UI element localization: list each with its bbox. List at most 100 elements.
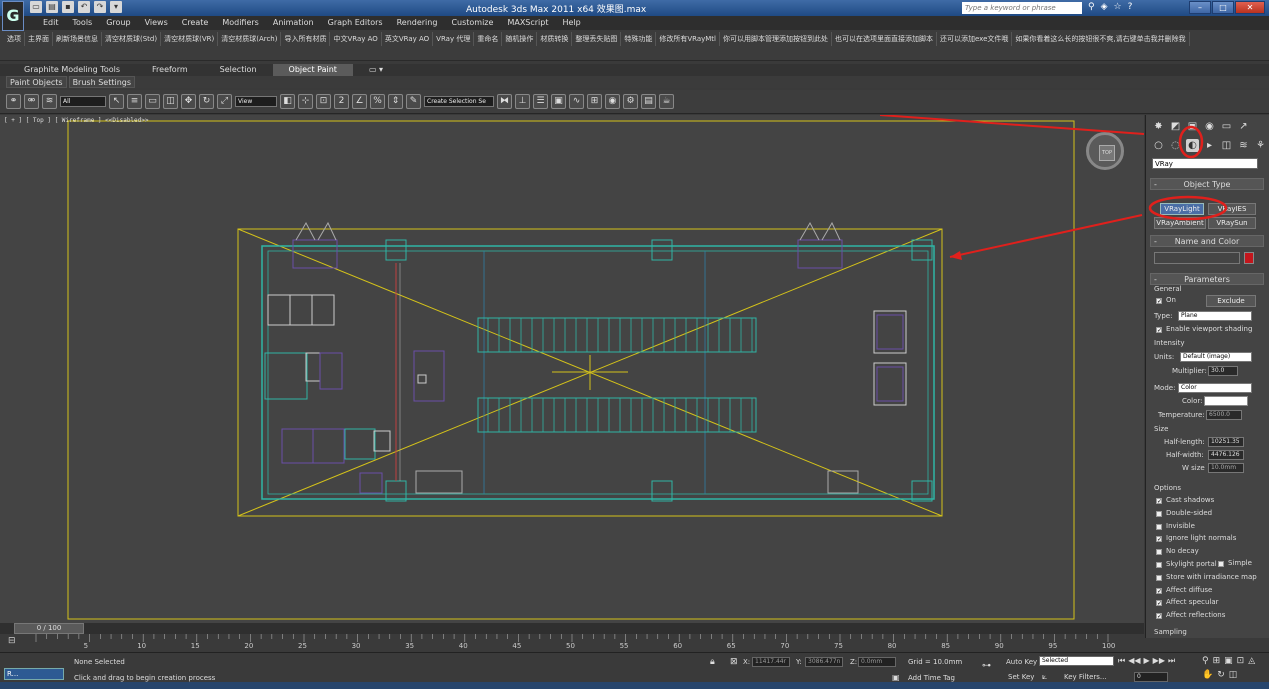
time-tag-icon[interactable]: ▣ xyxy=(892,673,900,682)
option-checkbox[interactable]: ✓ xyxy=(1156,613,1162,620)
menu-help[interactable]: Help xyxy=(556,16,588,30)
play-icon[interactable]: ▶ xyxy=(1144,656,1150,666)
script-button[interactable]: 修改所有VRayMtl xyxy=(656,32,720,46)
option-checkbox[interactable] xyxy=(1156,562,1162,568)
multiplier-field[interactable]: 30.0 xyxy=(1208,366,1238,376)
script-button[interactable]: 导入所有材质 xyxy=(281,32,331,46)
tab-graphite-modeling-tools[interactable]: Graphite Modeling Tools xyxy=(8,64,136,76)
edit-named-selection-icon[interactable]: ✎ xyxy=(406,94,421,109)
option-checkbox[interactable]: ✓ xyxy=(1156,600,1162,607)
option-checkbox[interactable]: ✓ xyxy=(1156,498,1162,505)
new-file-icon[interactable]: ▭ xyxy=(30,1,42,13)
help-icon[interactable]: ? xyxy=(1128,2,1133,12)
option-checkbox[interactable] xyxy=(1156,549,1162,556)
units-select[interactable]: Default (image) xyxy=(1180,352,1252,362)
material-editor-icon[interactable]: ◉ xyxy=(605,94,620,109)
object-name-field[interactable] xyxy=(1154,252,1240,264)
script-button[interactable]: 也可以在选项里面直接添加脚本 xyxy=(832,32,937,46)
go-to-start-icon[interactable]: ⏮ xyxy=(1118,656,1125,666)
script-button[interactable]: 整理丢失贴图 xyxy=(572,32,622,46)
half-width-field[interactable]: 4476.126 xyxy=(1208,450,1244,460)
current-frame-field[interactable]: 0 xyxy=(1134,672,1168,682)
script-button[interactable]: 选项 xyxy=(4,32,25,46)
viewport-shading-checkbox[interactable]: ✓ xyxy=(1156,327,1162,334)
script-button[interactable]: 材质转换 xyxy=(537,32,573,46)
menu-tools[interactable]: Tools xyxy=(66,16,100,30)
layer-manager-icon[interactable]: ☰ xyxy=(533,94,548,109)
render-production-icon[interactable]: ☕ xyxy=(659,94,674,109)
simple-checkbox[interactable] xyxy=(1218,561,1224,567)
snap-toggle-icon[interactable]: 2 xyxy=(334,94,349,109)
paint-objects-button[interactable]: Paint Objects xyxy=(6,76,67,88)
light-color-swatch[interactable] xyxy=(1204,396,1248,406)
scale-icon[interactable]: ⤢ xyxy=(217,94,232,109)
w-size-field[interactable]: 10.0mm xyxy=(1208,463,1244,473)
menu-customize[interactable]: Customize xyxy=(444,16,500,30)
option-checkbox[interactable] xyxy=(1156,510,1162,517)
spinner-snap-icon[interactable]: ⇕ xyxy=(388,94,403,109)
select-link-icon[interactable]: ⚭ xyxy=(6,94,21,109)
option-checkbox[interactable]: ✓ xyxy=(1156,587,1162,594)
graphite-toggle-icon[interactable]: ▣ xyxy=(551,94,566,109)
open-file-icon[interactable]: ▤ xyxy=(46,1,58,13)
set-key-icon[interactable]: ⟀ xyxy=(1042,672,1047,682)
time-slider-thumb[interactable]: 0 / 100 xyxy=(14,623,84,634)
binoculars-icon[interactable]: ⚲ xyxy=(1088,2,1095,12)
set-key-button[interactable]: Set Key xyxy=(1008,673,1034,681)
brush-settings-button[interactable]: Brush Settings xyxy=(68,76,136,88)
menu-group[interactable]: Group xyxy=(99,16,137,30)
align-icon[interactable]: ⊥ xyxy=(515,94,530,109)
menu-create[interactable]: Create xyxy=(175,16,216,30)
pan-icon[interactable]: ✋ xyxy=(1202,670,1213,680)
mirror-icon[interactable]: ⧓ xyxy=(497,94,512,109)
option-checkbox[interactable]: ✓ xyxy=(1156,536,1162,543)
select-manipulate-icon[interactable]: ⊹ xyxy=(298,94,313,109)
curve-editor-icon[interactable]: ∿ xyxy=(569,94,584,109)
absolute-mode-icon[interactable]: ⊠ xyxy=(730,657,738,667)
script-button[interactable]: 英文VRay AO xyxy=(382,32,434,46)
orbit-icon[interactable]: ↻ xyxy=(1217,670,1225,680)
comm-center-icon[interactable]: ☆ xyxy=(1114,2,1122,12)
select-object-icon[interactable]: ↖ xyxy=(109,94,124,109)
close-icon[interactable]: ✕ xyxy=(1235,1,1265,14)
minimize-icon[interactable]: – xyxy=(1189,1,1211,14)
project-folder-icon[interactable]: ▾ xyxy=(110,1,122,13)
undo-icon[interactable]: ↶ xyxy=(78,1,90,13)
script-button[interactable]: 如果你看着这么长的按钮很不爽,请右键单击我并删除我 xyxy=(1012,32,1190,46)
percent-snap-icon[interactable]: % xyxy=(370,94,385,109)
script-button[interactable]: 特殊功能 xyxy=(621,32,657,46)
menu-animation[interactable]: Animation xyxy=(266,16,321,30)
menu-maxscript[interactable]: MAXScript xyxy=(500,16,555,30)
move-icon[interactable]: ✥ xyxy=(181,94,196,109)
script-button[interactable]: 清空材质球(Std) xyxy=(102,32,162,46)
rendered-frame-icon[interactable]: ▤ xyxy=(641,94,656,109)
script-button[interactable]: 中文VRay AO xyxy=(330,32,382,46)
angle-snap-icon[interactable]: ∠ xyxy=(352,94,367,109)
key-mode-select[interactable]: Selected xyxy=(1039,656,1114,666)
named-selection-select[interactable]: Create Selection Se xyxy=(424,96,494,107)
tab-freeform[interactable]: Freeform xyxy=(136,64,204,76)
light-type-select[interactable]: Plane xyxy=(1178,311,1252,321)
script-button[interactable]: 刷新场景信息 xyxy=(53,32,102,46)
y-coordinate-field[interactable]: 3086.477n xyxy=(805,657,843,667)
select-by-name-icon[interactable]: ≡ xyxy=(127,94,142,109)
key-filters-button[interactable]: Key Filters... xyxy=(1064,673,1107,681)
script-button[interactable]: 还可以添加exe文件哦 xyxy=(937,32,1013,46)
redo-icon[interactable]: ↷ xyxy=(94,1,106,13)
menu-graph-editors[interactable]: Graph Editors xyxy=(321,16,390,30)
zoom-extents-icon[interactable]: ▣ xyxy=(1224,656,1233,666)
rotate-icon[interactable]: ↻ xyxy=(199,94,214,109)
next-frame-icon[interactable]: ▶▶ xyxy=(1153,656,1165,666)
script-button[interactable]: VRay 代理 xyxy=(433,32,475,46)
z-coordinate-field[interactable]: 0.0mm xyxy=(858,657,896,667)
track-bar[interactable]: ⊟ 5 10 15 20 25 30 35 40 45 50 55 60 65 70 75 80 85 90 95 1… xyxy=(0,634,1144,652)
on-checkbox[interactable]: ✓ xyxy=(1156,298,1162,305)
schematic-view-icon[interactable]: ⊞ xyxy=(587,94,602,109)
add-time-tag-button[interactable]: Add Time Tag xyxy=(908,674,955,682)
name-color-rollout[interactable]: - Name and Color xyxy=(1150,235,1264,247)
menu-views[interactable]: Views xyxy=(138,16,175,30)
ribbon-options-icon[interactable]: ▭ ▾ xyxy=(353,64,399,76)
previous-frame-icon[interactable]: ◀◀ xyxy=(1128,656,1140,666)
menu-rendering[interactable]: Rendering xyxy=(390,16,445,30)
pivot-center-icon[interactable]: ◧ xyxy=(280,94,295,109)
